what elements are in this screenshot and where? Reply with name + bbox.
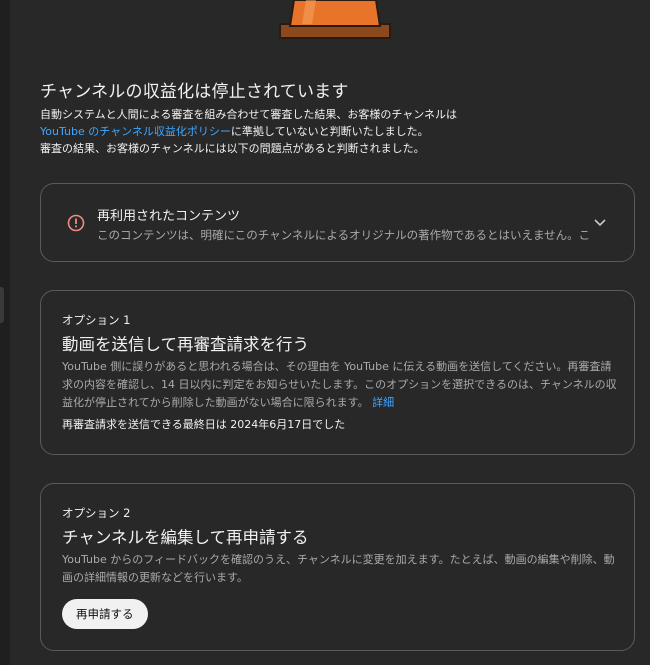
issue-card-reused-content[interactable]: 再利用されたコンテンツ このコンテンツは、明確にこのチャンネルによるオリジナルの… — [40, 183, 635, 262]
sidebar-handle[interactable] — [0, 287, 4, 323]
option-2-body: YouTube からのフィードバックを確認のうえ、チャンネルに変更を加えます。た… — [62, 553, 615, 584]
option-1-card: オプション 1 動画を送信して再審査請求を行う YouTube 側に誤りがあると… — [40, 290, 635, 455]
appeal-deadline: 再審査請求を送信できる最終日は 2024年6月17日でした — [62, 418, 346, 431]
option-2-card: オプション 2 チャンネルを編集して再申請する YouTube からのフィードバ… — [40, 483, 635, 651]
left-sidebar-strip — [0, 0, 10, 665]
monetization-policy-link[interactable]: YouTube のチャンネル収益化ポリシー — [40, 125, 231, 138]
error-circle-icon — [67, 214, 85, 232]
chevron-down-icon[interactable] — [592, 214, 608, 230]
option-2-label: オプション 2 — [62, 506, 131, 520]
issue-summary: このコンテンツは、明確にこのチャンネルによるオリジナルの著作物であるとはいえませ… — [97, 228, 590, 242]
option-1-title: 動画を送信して再審査請求を行う — [62, 335, 310, 354]
description-line-1: 自動システムと人間による審査を組み合わせて審査した結果、お客様のチャンネルは — [40, 108, 458, 121]
option-1-body-text: YouTube 側に誤りがあると思われる場合は、その理由を YouTube に伝… — [62, 360, 617, 409]
traffic-cone-illustration — [279, 0, 391, 39]
status-description: 自動システムと人間による審査を組み合わせて審査した結果、お客様のチャンネルは Y… — [40, 106, 457, 157]
option-1-label: オプション 1 — [62, 313, 131, 327]
option-1-body: YouTube 側に誤りがあると思われる場合は、その理由を YouTube に伝… — [62, 358, 622, 412]
description-line-3: 審査の結果、お客様のチャンネルには以下の問題点があると判断されました。 — [40, 142, 425, 155]
description-line-2: YouTube のチャンネル収益化ポリシーに準拠していないと判断いたしました。 — [40, 123, 457, 140]
page-title: チャンネルの収益化は停止されています — [40, 82, 349, 102]
option-2-title: チャンネルを編集して再申請する — [62, 528, 309, 547]
issue-title: 再利用されたコンテンツ — [97, 209, 241, 224]
details-link[interactable]: 詳細 — [372, 396, 394, 409]
reapply-button[interactable]: 再申請する — [62, 599, 148, 629]
description-line-2-text: に準拠していないと判断いたしました。 — [230, 125, 429, 138]
